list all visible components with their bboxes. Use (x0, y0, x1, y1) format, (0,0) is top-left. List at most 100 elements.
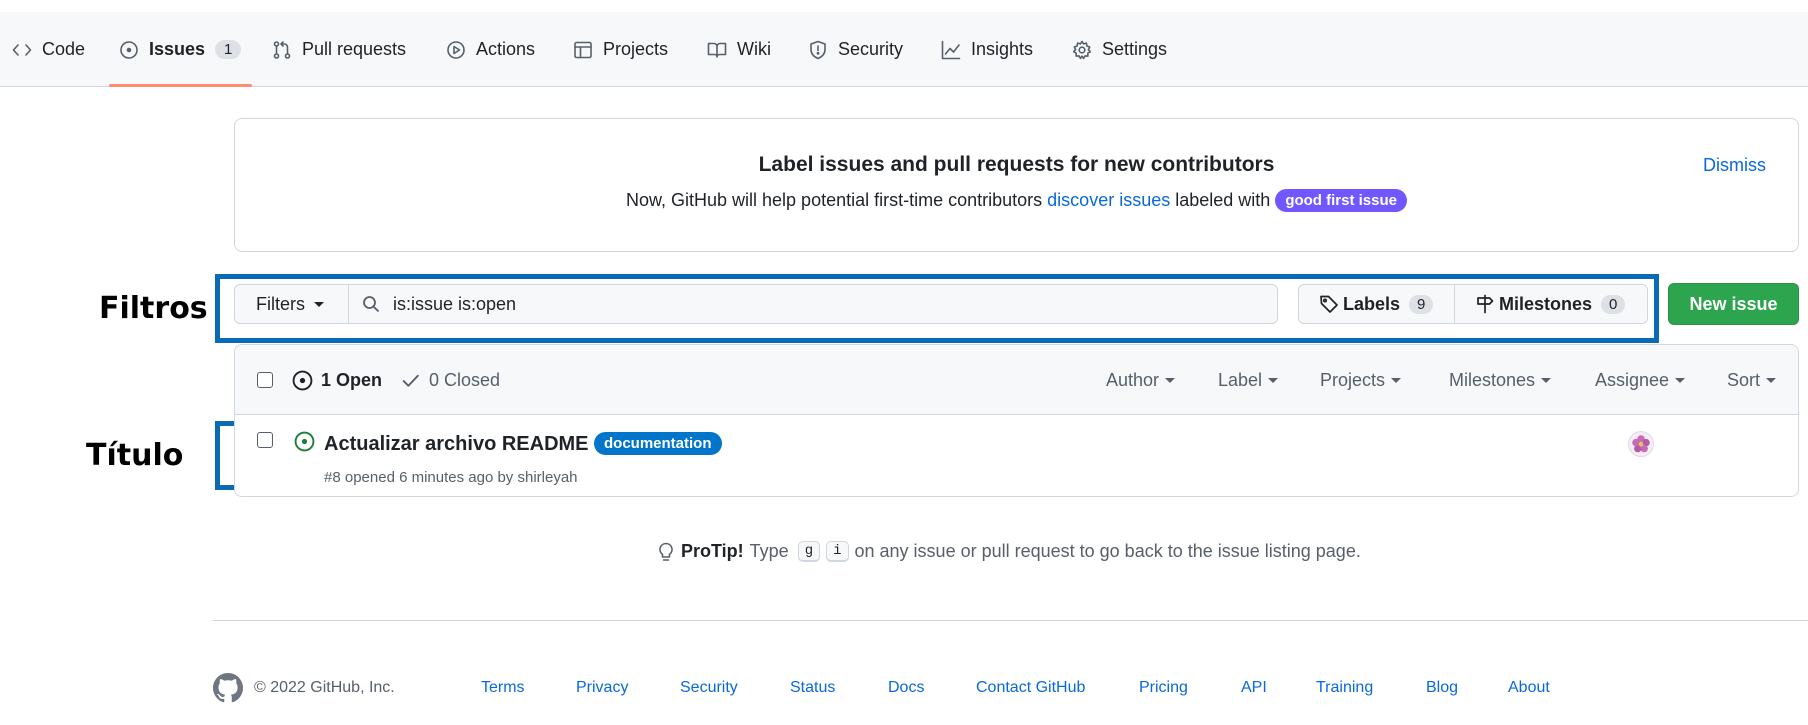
tab-pull-requests[interactable]: Pull requests (272, 12, 406, 87)
table-icon (574, 41, 592, 58)
footer-link-api[interactable]: API (1241, 679, 1267, 697)
caret-down-icon (1268, 377, 1279, 383)
discover-issues-link[interactable]: discover issues (1047, 190, 1170, 210)
issues-list-header: 1 Open 0 Closed Author Label Projects Mi… (235, 345, 1798, 415)
issue-title-link[interactable]: Actualizar archivo README (324, 433, 589, 456)
issues-list: 1 Open 0 Closed Author Label Projects Mi… (234, 344, 1799, 497)
caret-down-icon (314, 301, 324, 307)
banner-text: Now, GitHub will help potential first-ti… (235, 189, 1798, 212)
repo-nav: Code Issues 1 Pull requests Actions Proj… (0, 12, 1808, 87)
label-filter-label: Label (1218, 369, 1263, 390)
milestone-icon (1477, 294, 1494, 314)
banner-text-after: labeled with (1175, 190, 1271, 210)
search-input[interactable] (393, 293, 1243, 315)
milestones-filter-label: Milestones (1449, 369, 1536, 390)
footer-link-terms[interactable]: Terms (481, 679, 525, 697)
footer-copyright: © 2022 GitHub, Inc. (254, 679, 395, 696)
footer-link-docs[interactable]: Docs (888, 679, 924, 697)
projects-filter[interactable]: Projects (1320, 345, 1402, 415)
issue-meta-prefix: #8 opened 6 minutes ago by (324, 469, 514, 486)
assignee-filter[interactable]: Assignee (1595, 345, 1686, 415)
footer-link-training[interactable]: Training (1316, 679, 1373, 697)
caret-down-icon (1165, 377, 1176, 383)
tag-icon (1320, 295, 1338, 313)
tab-security[interactable]: Security (808, 12, 903, 87)
tab-label: Pull requests (302, 39, 407, 59)
footer-link-privacy[interactable]: Privacy (576, 679, 628, 697)
tab-label: Wiki (737, 39, 771, 59)
footer-link-pricing[interactable]: Pricing (1139, 679, 1188, 697)
tab-settings[interactable]: Settings (1072, 12, 1167, 87)
dismiss-button[interactable]: Dismiss (1703, 155, 1766, 176)
select-all-checkbox[interactable] (257, 372, 273, 388)
annotation-filters-label: Filtros (99, 291, 208, 326)
footer-link-blog[interactable]: Blog (1426, 679, 1458, 697)
milestones-button[interactable]: Milestones 0 (1454, 284, 1648, 324)
tab-projects[interactable]: Projects (573, 12, 668, 87)
issue-meta: #8 opened 6 minutes ago by shirleyah (324, 469, 578, 486)
footer-link-security[interactable]: Security (680, 679, 738, 697)
issue-row[interactable]: Actualizar archivo README documentation … (235, 415, 1798, 496)
author-filter[interactable]: Author (1106, 345, 1176, 415)
labels-label: Labels (1343, 293, 1401, 314)
banner-title: Label issues and pull requests for new c… (758, 153, 1275, 176)
issue-opened-icon (120, 40, 138, 59)
open-count-label: 1 Open (321, 369, 383, 390)
open-issues-toggle[interactable]: 1 Open (292, 345, 382, 415)
git-pull-request-icon (273, 40, 291, 59)
tab-insights[interactable]: Insights (941, 12, 1033, 87)
milestones-count: 0 (1601, 294, 1626, 314)
play-icon (447, 40, 465, 59)
tab-issues[interactable]: Issues 1 (119, 12, 242, 87)
assignee-filter-label: Assignee (1595, 369, 1670, 390)
tab-label: Code (42, 39, 86, 59)
footer-link-contact-github[interactable]: Contact GitHub (976, 679, 1085, 697)
flower-avatar-icon (1632, 435, 1650, 453)
tab-actions[interactable]: Actions (446, 12, 535, 87)
tab-label: Issues (149, 39, 206, 59)
filters-dropdown[interactable]: Filters (234, 284, 349, 324)
annotation-title-label: Título (86, 438, 184, 473)
tab-wiki[interactable]: Wiki (707, 12, 771, 87)
new-issue-button[interactable]: New issue (1668, 283, 1799, 325)
protip-title: ProTip! (681, 541, 744, 561)
milestones-filter[interactable]: Milestones (1449, 345, 1552, 415)
milestones-label: Milestones (1499, 293, 1593, 314)
closed-count-label: 0 Closed (429, 369, 501, 390)
footer-link-status[interactable]: Status (790, 679, 835, 697)
labels-button[interactable]: Labels 9 (1298, 284, 1455, 324)
tab-label: Actions (476, 39, 536, 59)
documentation-label[interactable]: documentation (594, 432, 722, 455)
search-field[interactable] (348, 284, 1278, 324)
caret-down-icon (1675, 377, 1686, 383)
issue-opened-icon (292, 370, 313, 390)
footer-link-about[interactable]: About (1508, 679, 1550, 697)
author-filter-label: Author (1106, 369, 1160, 390)
closed-issues-toggle[interactable]: 0 Closed (400, 345, 500, 415)
selected-tab-underline (109, 84, 252, 87)
gear-icon (1072, 40, 1092, 59)
caret-down-icon (1541, 377, 1552, 383)
tab-label: Settings (1102, 39, 1168, 59)
github-logo-icon[interactable] (213, 673, 243, 703)
kbd-key-i: i (826, 541, 849, 562)
code-icon (12, 43, 32, 56)
protip: ProTip! Type g i on any issue or pull re… (657, 541, 1361, 562)
good-first-issue-label[interactable]: good first issue (1275, 189, 1407, 212)
tab-label: Security (838, 39, 904, 59)
banner-text-before: Now, GitHub will help potential first-ti… (625, 190, 1043, 210)
tab-code[interactable]: Code (12, 12, 85, 87)
assignee-avatar[interactable] (1628, 431, 1654, 457)
issue-author-link[interactable]: shirleyah (517, 469, 577, 486)
check-icon (402, 374, 419, 387)
protip-before: Type (749, 541, 789, 561)
tab-label: Projects (603, 39, 669, 59)
protip-after: on any issue or pull request to go back … (854, 541, 1361, 561)
issue-checkbox[interactable] (257, 432, 273, 448)
sort-filter[interactable]: Sort (1727, 345, 1777, 415)
issue-opened-icon (294, 431, 315, 452)
issues-count-badge: 1 (215, 40, 242, 59)
label-filter[interactable]: Label (1218, 345, 1279, 415)
search-icon (363, 296, 380, 313)
light-bulb-icon (659, 542, 673, 561)
